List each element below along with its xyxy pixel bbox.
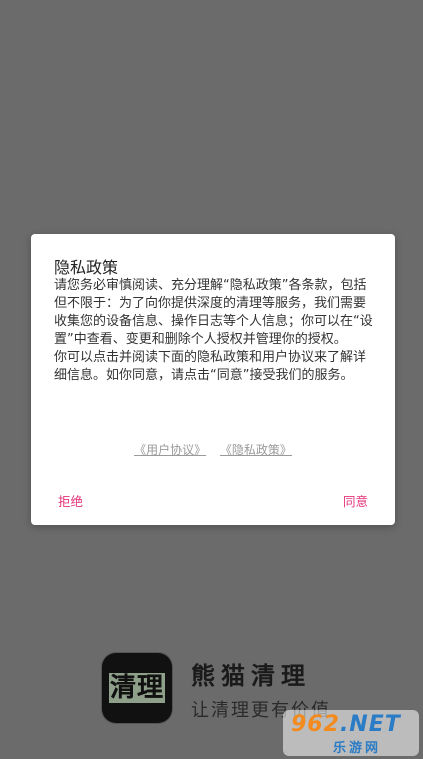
reject-button[interactable]: 拒绝 xyxy=(58,491,83,510)
app-logo-text: 清理 xyxy=(108,673,165,703)
app-logo: 清理 xyxy=(102,653,172,723)
privacy-dialog: 隐私政策 请您务必审慎阅读、充分理解“隐私政策”各条款，包括但不限于：为了向你提… xyxy=(31,234,395,525)
user-agreement-link[interactable]: 《用户协议》 xyxy=(134,443,206,457)
dialog-body: 请您务必审慎阅读、充分理解“隐私政策”各条款，包括但不限于：为了向你提供深度的清… xyxy=(54,278,373,383)
watermark-top: 962.NET xyxy=(291,712,401,737)
app-name: 熊猫清理 xyxy=(191,662,311,690)
watermark-logo: 962.NET 乐游网 xyxy=(283,710,419,756)
agree-button[interactable]: 同意 xyxy=(343,491,368,510)
agreement-links: 《用户协议》 《隐私政策》 xyxy=(31,441,395,458)
dialog-title: 隐私政策 xyxy=(54,258,119,277)
watermark-bottom: 乐游网 xyxy=(333,741,382,756)
privacy-policy-link[interactable]: 《隐私政策》 xyxy=(220,443,292,457)
